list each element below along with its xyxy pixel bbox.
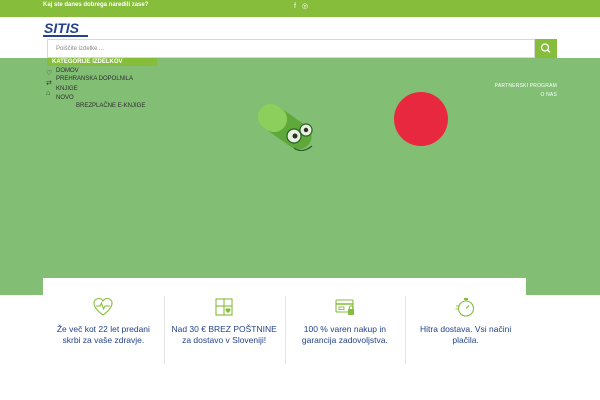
nav-item-prehranska-dopolnila[interactable]: PREHRANSKA DOPOLNILA [56, 75, 133, 83]
main-navigation: KATEGORIJE IZDELKOV DOMOV PREHRANSKA DOP… [0, 58, 600, 110]
nav-item-domov[interactable]: DOMOV [56, 67, 79, 75]
cart-icon[interactable]: ⌂ [46, 90, 56, 98]
feature-item: Že več kot 22 let predani skrbi za vaše … [43, 278, 164, 377]
feature-item: Hitra dostava. Vsi načini plačila. [405, 278, 526, 377]
stopwatch-icon [455, 298, 474, 317]
instagram-icon[interactable]: ◎ [302, 3, 308, 11]
logo-text: SITIS [44, 20, 80, 36]
search-input[interactable]: Poiščite izdelke ... [47, 39, 535, 58]
tagline: Kaj ste danes dobrega naredili zase? [43, 2, 149, 8]
logo[interactable]: SITIS [43, 19, 88, 39]
box-heart-icon [215, 298, 233, 316]
feature-item: 100 % varen nakup in garancija zadovoljs… [284, 278, 406, 377]
categories-button[interactable]: KATEGORIJE IZDELKOV [47, 58, 157, 66]
nav-link-o-nas[interactable]: O NAS [540, 92, 557, 98]
nav-link-partnerski-program[interactable]: PARTNERSKI PROGRAM [495, 83, 557, 89]
nav-item-novo[interactable]: NOVO [56, 94, 74, 102]
top-bar: Kaj ste danes dobrega naredili zase? f ◎ [0, 0, 600, 17]
search-icon [540, 43, 551, 53]
feature-text: 100 % varen nakup in garancija zadovoljs… [301, 324, 388, 345]
header: SITIS Poiščite izdelke ... [0, 17, 600, 62]
heart-pulse-icon [93, 297, 113, 316]
facebook-icon[interactable]: f [294, 3, 296, 11]
secure-card-icon [335, 299, 354, 315]
nav-item-knjige[interactable]: KNJIGE [56, 85, 78, 93]
social-links: f ◎ [294, 3, 308, 11]
compare-icon[interactable]: ⇄ [46, 80, 56, 88]
search-placeholder: Poiščite izdelke ... [56, 46, 105, 52]
feature-text: Nad 30 € BREZ POŠTNINE za dostavo v Slov… [171, 324, 277, 345]
search-button[interactable] [535, 39, 557, 58]
feature-text: Hitra dostava. Vsi načini plačila. [420, 324, 512, 345]
nav-item-e-knjige[interactable]: BREZPLAČNE E-KNJIGE [76, 102, 145, 110]
features-bar: Že več kot 22 let predani skrbi za vaše … [43, 278, 526, 377]
feature-text: Že več kot 22 let predani skrbi za vaše … [56, 324, 150, 345]
feature-item: Nad 30 € BREZ POŠTNINE za dostavo v Slov… [163, 278, 285, 377]
wishlist-heart-icon[interactable]: ♡ [46, 70, 56, 78]
